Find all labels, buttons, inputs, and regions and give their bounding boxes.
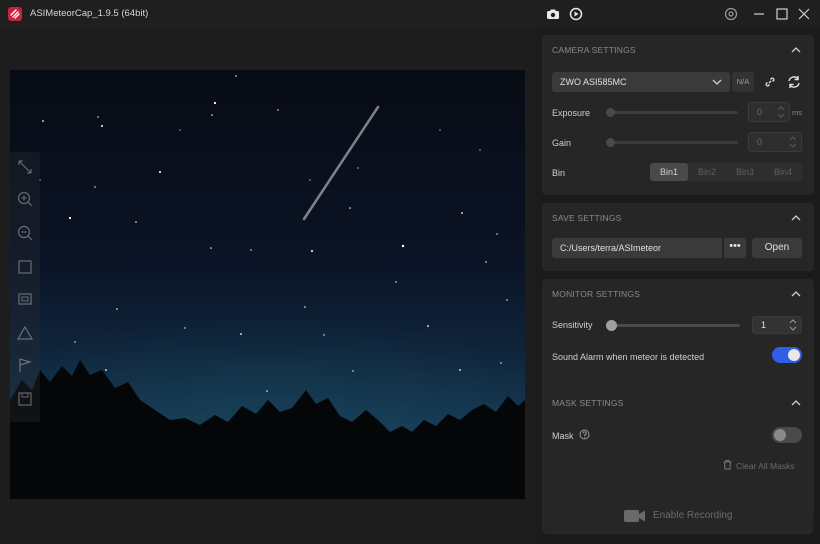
sound-alarm-label: Sound Alarm when meteor is detected (552, 352, 705, 362)
sound-alarm-toggle[interactable] (772, 347, 802, 363)
exposure-slider-thumb[interactable] (606, 108, 615, 117)
mask-settings-card: MASK SETTINGS Mask Clear All Masks (542, 388, 814, 516)
video-camera-icon (624, 509, 646, 523)
stepper-icon[interactable] (789, 136, 797, 148)
close-icon[interactable] (797, 7, 811, 21)
triangle-icon[interactable] (16, 324, 34, 342)
bin-option-3[interactable]: Bin3 (726, 163, 764, 181)
record-video-icon[interactable] (569, 7, 583, 21)
snapshot-icon[interactable] (546, 7, 560, 21)
preview-area (0, 28, 536, 544)
sensitivity-input[interactable]: 1 (752, 316, 802, 334)
collapse-chevron-icon[interactable] (790, 289, 802, 299)
sensitivity-value: 1 (761, 320, 767, 330)
maximize-icon[interactable] (775, 7, 789, 21)
mask-toggle[interactable] (772, 427, 802, 443)
gain-label: Gain (552, 138, 572, 148)
bin-option-4[interactable]: Bin4 (764, 163, 802, 181)
collapse-chevron-icon[interactable] (790, 45, 802, 55)
preview-toolbar (10, 152, 40, 422)
help-icon[interactable] (579, 429, 590, 440)
camera-settings-card: CAMERA SETTINGS ZWO ASI585MC N/A Exposur… (542, 35, 814, 195)
save-path-field[interactable]: C:/Users/terra/ASImeteor (552, 238, 722, 258)
save-frame-icon[interactable] (16, 390, 34, 408)
toggle-knob (788, 349, 800, 361)
enable-recording-button[interactable]: Enable Recording (542, 498, 813, 534)
toggle-knob (774, 429, 786, 441)
camera-settings-header: CAMERA SETTINGS (552, 45, 636, 55)
zoom-out-icon[interactable] (16, 224, 34, 242)
settings-panel: CAMERA SETTINGS ZWO ASI585MC N/A Exposur… (536, 28, 820, 544)
refresh-icon[interactable] (786, 74, 802, 90)
zoom-in-icon[interactable] (16, 190, 34, 208)
frame-icon[interactable] (16, 290, 34, 308)
collapse-chevron-icon[interactable] (790, 398, 802, 408)
bin-label: Bin (552, 168, 566, 178)
gain-input[interactable]: 0 (748, 132, 802, 152)
gain-slider-thumb[interactable] (606, 138, 615, 147)
app-logo-icon (8, 7, 22, 21)
bin-selector: Bin1 Bin2 Bin3 Bin4 (650, 163, 802, 181)
sensitivity-slider[interactable] (608, 324, 740, 327)
camera-select[interactable]: ZWO ASI585MC (552, 72, 730, 92)
chevron-down-icon (712, 79, 722, 85)
bin-option-2[interactable]: Bin2 (688, 163, 726, 181)
exposure-slider[interactable] (608, 111, 738, 114)
settings-icon[interactable] (724, 7, 738, 21)
mask-settings-header: MASK SETTINGS (552, 398, 624, 408)
clear-all-masks-button[interactable]: Clear All Masks (736, 461, 795, 471)
open-folder-button[interactable]: Open (752, 238, 802, 258)
exposure-input[interactable]: 0 (748, 102, 790, 122)
minimize-icon[interactable] (752, 7, 766, 21)
collapse-chevron-icon[interactable] (790, 213, 802, 223)
enable-recording-label: Enable Recording (653, 510, 733, 521)
trash-icon[interactable] (722, 459, 733, 470)
gain-value: 0 (757, 137, 763, 147)
gain-slider[interactable] (608, 141, 738, 144)
sensitivity-slider-thumb[interactable] (606, 320, 617, 331)
bin-option-1[interactable]: Bin1 (650, 163, 688, 181)
save-settings-card: SAVE SETTINGS C:/Users/terra/ASImeteor •… (542, 203, 814, 271)
connect-link-icon[interactable] (762, 74, 778, 90)
exposure-label: Exposure (552, 108, 591, 118)
camera-status: N/A (732, 72, 754, 92)
app-title: ASIMeteorCap_1.9.5 (64bit) (30, 8, 149, 19)
monitor-settings-header: MONITOR SETTINGS (552, 289, 641, 299)
flag-icon[interactable] (16, 356, 34, 374)
stepper-icon[interactable] (777, 106, 785, 118)
save-settings-header: SAVE SETTINGS (552, 213, 622, 223)
sensitivity-label: Sensitivity (552, 320, 593, 330)
browse-button[interactable]: ••• (724, 238, 746, 258)
title-bar: ASIMeteorCap_1.9.5 (64bit) (0, 0, 820, 28)
crop-icon[interactable] (16, 258, 34, 276)
camera-preview-image (10, 70, 525, 499)
exposure-unit: ms (792, 108, 802, 117)
stepper-icon[interactable] (789, 319, 797, 331)
camera-select-value: ZWO ASI585MC (560, 77, 627, 87)
fit-screen-icon[interactable] (16, 158, 34, 176)
mask-label: Mask (552, 431, 574, 441)
exposure-value: 0 (757, 107, 763, 117)
